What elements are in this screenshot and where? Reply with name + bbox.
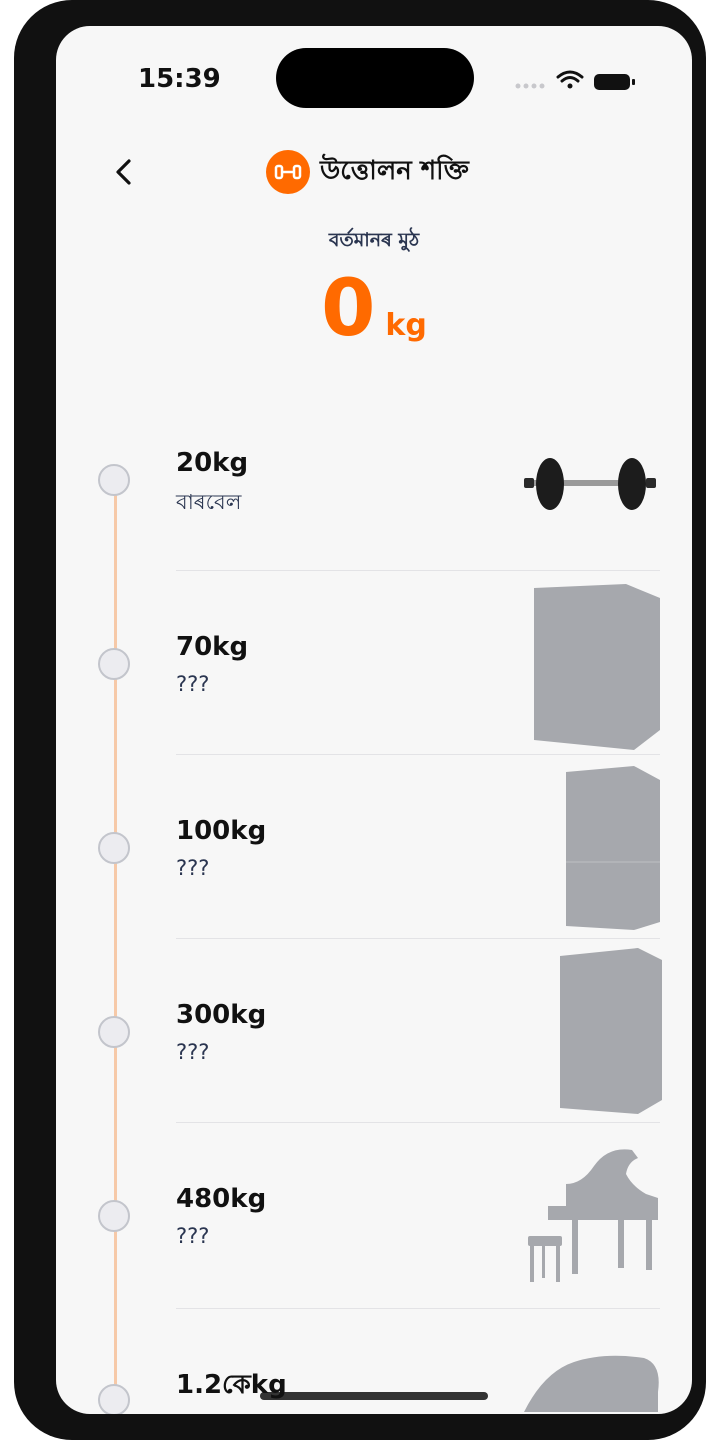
item-name: ???	[176, 856, 210, 880]
divider	[176, 570, 660, 571]
item-weight: 100kg	[176, 816, 267, 846]
item-name: বাৰবেল	[176, 490, 242, 514]
current-total-value: 0	[321, 264, 376, 354]
wifi-icon	[556, 70, 584, 89]
divider	[176, 1122, 660, 1123]
barbell-icon	[524, 458, 656, 510]
divider	[176, 754, 660, 755]
list-item[interactable]: 300kg ???	[56, 940, 692, 1124]
locked-item-silhouette-icon	[566, 766, 660, 930]
timeline-dot	[98, 1016, 130, 1048]
timeline-dot	[98, 1384, 130, 1414]
header-title: উত্তোলন শক্তি	[266, 150, 469, 194]
timeline-dot	[98, 648, 130, 680]
app-screen: 15:39 উত্তোলন শক্তি বৰ্তমানৰ মুঠ 0 kg 20…	[56, 26, 692, 1414]
item-weight: 20kg	[176, 448, 249, 478]
piano-silhouette-icon	[528, 1149, 658, 1282]
dynamic-island	[276, 48, 474, 108]
dumbbell-icon	[266, 150, 310, 194]
current-total-label: বৰ্তমানৰ মুঠ	[328, 229, 420, 251]
list-item[interactable]: 480kg ???	[56, 1124, 692, 1309]
item-weight: 1.2কেkg	[176, 1370, 287, 1400]
timeline-dot	[98, 832, 130, 864]
phone-frame: 15:39 উত্তোলন শক্তি বৰ্তমানৰ মুঠ 0 kg 20…	[14, 0, 706, 1440]
page-title: উত্তোলন শক্তি	[320, 156, 469, 186]
timeline-dot	[98, 464, 130, 496]
status-time: 15:39	[138, 64, 221, 94]
item-weight: 480kg	[176, 1184, 267, 1214]
battery-icon	[594, 74, 635, 90]
cellular-signal-icon	[515, 83, 545, 89]
item-name: ???	[176, 1224, 210, 1248]
timeline-dot	[98, 1200, 130, 1232]
back-button[interactable]	[104, 152, 144, 192]
status-icons	[515, 70, 635, 90]
current-total-unit: kg	[385, 308, 427, 343]
home-indicator	[260, 1392, 488, 1400]
locked-item-silhouette-icon	[560, 948, 662, 1114]
locked-item-silhouette-icon	[524, 1355, 659, 1412]
item-name: ???	[176, 1040, 210, 1064]
list-item[interactable]: 100kg ???	[56, 756, 692, 940]
list-item[interactable]: 70kg ???	[56, 572, 692, 756]
list-item[interactable]: 20kg বাৰবেল	[56, 412, 692, 596]
locked-item-silhouette-icon	[534, 584, 660, 750]
item-name: ???	[176, 672, 210, 696]
header: উত্তোলন শক্তি	[56, 144, 692, 204]
item-weight: 70kg	[176, 632, 249, 662]
divider	[176, 938, 660, 939]
current-total: 0 kg	[56, 270, 692, 348]
item-weight: 300kg	[176, 1000, 267, 1030]
chevron-left-icon	[116, 159, 131, 185]
